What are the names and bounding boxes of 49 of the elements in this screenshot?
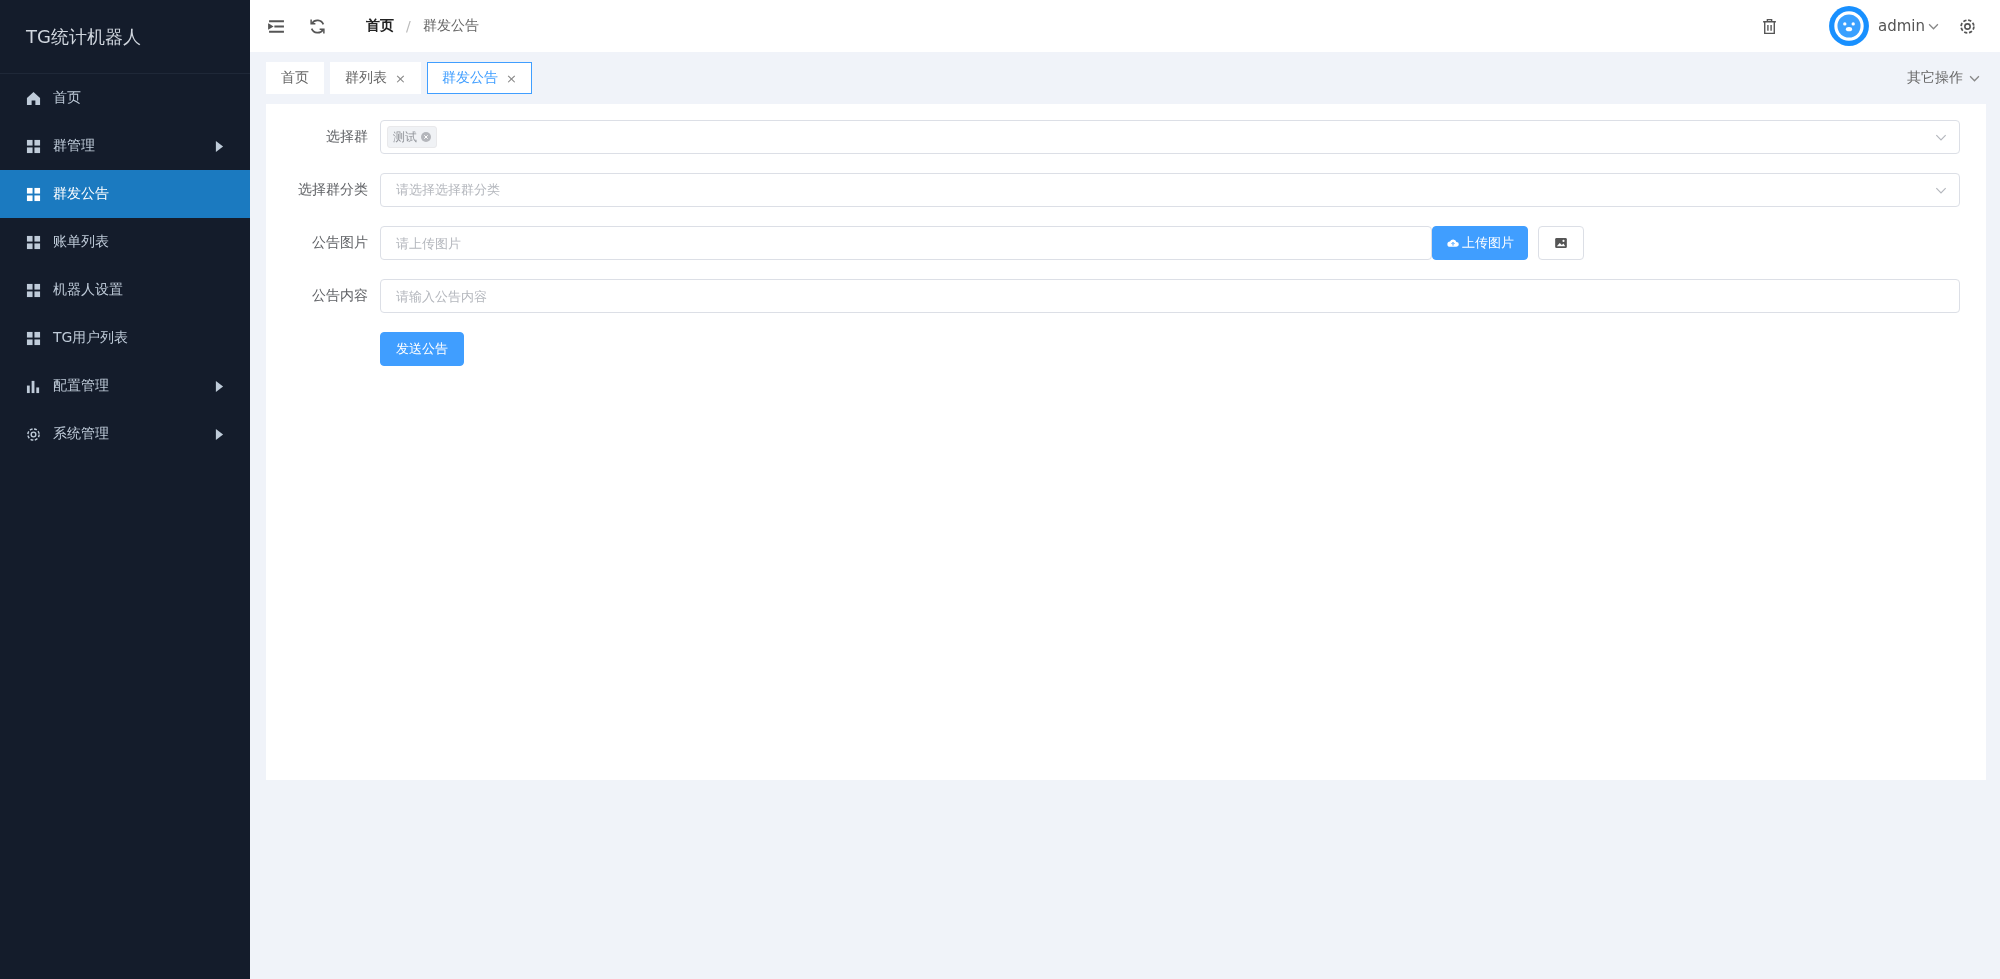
user-menu[interactable]: admin — [1878, 17, 1939, 35]
tag: 测试 — [387, 126, 437, 148]
chevron-down-icon — [1969, 74, 1980, 82]
close-icon[interactable]: × — [505, 70, 517, 86]
trash-icon[interactable] — [1761, 17, 1778, 35]
tab[interactable]: 首页 — [266, 62, 324, 94]
tab[interactable]: 群列表 × — [330, 62, 421, 94]
sidebar-item[interactable]: 机器人设置 — [0, 266, 250, 314]
bar-chart-icon — [26, 378, 41, 394]
grid-icon — [26, 234, 41, 250]
sidebar-item[interactable]: 首页 — [0, 74, 250, 122]
grid-icon — [26, 138, 41, 154]
menu-icon[interactable] — [268, 17, 285, 35]
image-path-field[interactable]: 请上传图片 — [380, 226, 1432, 260]
other-actions-dropdown[interactable]: 其它操作 — [1901, 68, 1986, 88]
sidebar-item[interactable]: TG用户列表 — [0, 314, 250, 362]
sidebar-item[interactable]: 账单列表 — [0, 218, 250, 266]
grid-icon — [26, 186, 41, 202]
breadcrumb-separator: / — [406, 18, 411, 34]
refresh-icon[interactable] — [309, 17, 326, 35]
sidebar-item[interactable]: 群管理 — [0, 122, 250, 170]
field-label: 选择群 — [325, 128, 369, 146]
breadcrumb-item[interactable]: 首页 — [366, 17, 394, 35]
breadcrumb-item: 群发公告 — [422, 17, 479, 35]
grid-icon — [26, 330, 41, 346]
chevron-down-icon — [1935, 133, 1947, 141]
image-icon — [1555, 238, 1567, 248]
cloud-upload-icon — [1446, 238, 1459, 248]
grid-icon — [26, 282, 41, 298]
avatar-icon — [1828, 5, 1870, 47]
close-icon[interactable]: × — [395, 70, 406, 86]
settings-icon — [26, 426, 41, 442]
preview-button[interactable] — [1538, 226, 1584, 260]
settings-icon[interactable] — [1959, 17, 1976, 35]
sidebar-item[interactable]: 群发公告 — [0, 170, 250, 218]
sidebar-item[interactable]: 系统管理 — [0, 410, 250, 458]
field-label: 公告内容 — [311, 287, 369, 305]
chevron-down-icon — [1935, 186, 1947, 194]
field-label: 选择群分类 — [297, 181, 369, 199]
tab[interactable]: 群发公告 × — [426, 62, 532, 94]
caret-right-icon — [215, 380, 224, 392]
home-icon — [26, 90, 41, 106]
remove-icon — [421, 132, 431, 142]
caret-right-icon — [215, 140, 224, 152]
caret-right-icon — [215, 428, 224, 440]
field-label: 公告图片 — [311, 234, 369, 252]
content-field[interactable]: 请输入公告内容 — [380, 279, 1960, 313]
chevron-down-icon — [1928, 22, 1939, 30]
sidebar-item[interactable]: 配置管理 — [0, 362, 250, 410]
